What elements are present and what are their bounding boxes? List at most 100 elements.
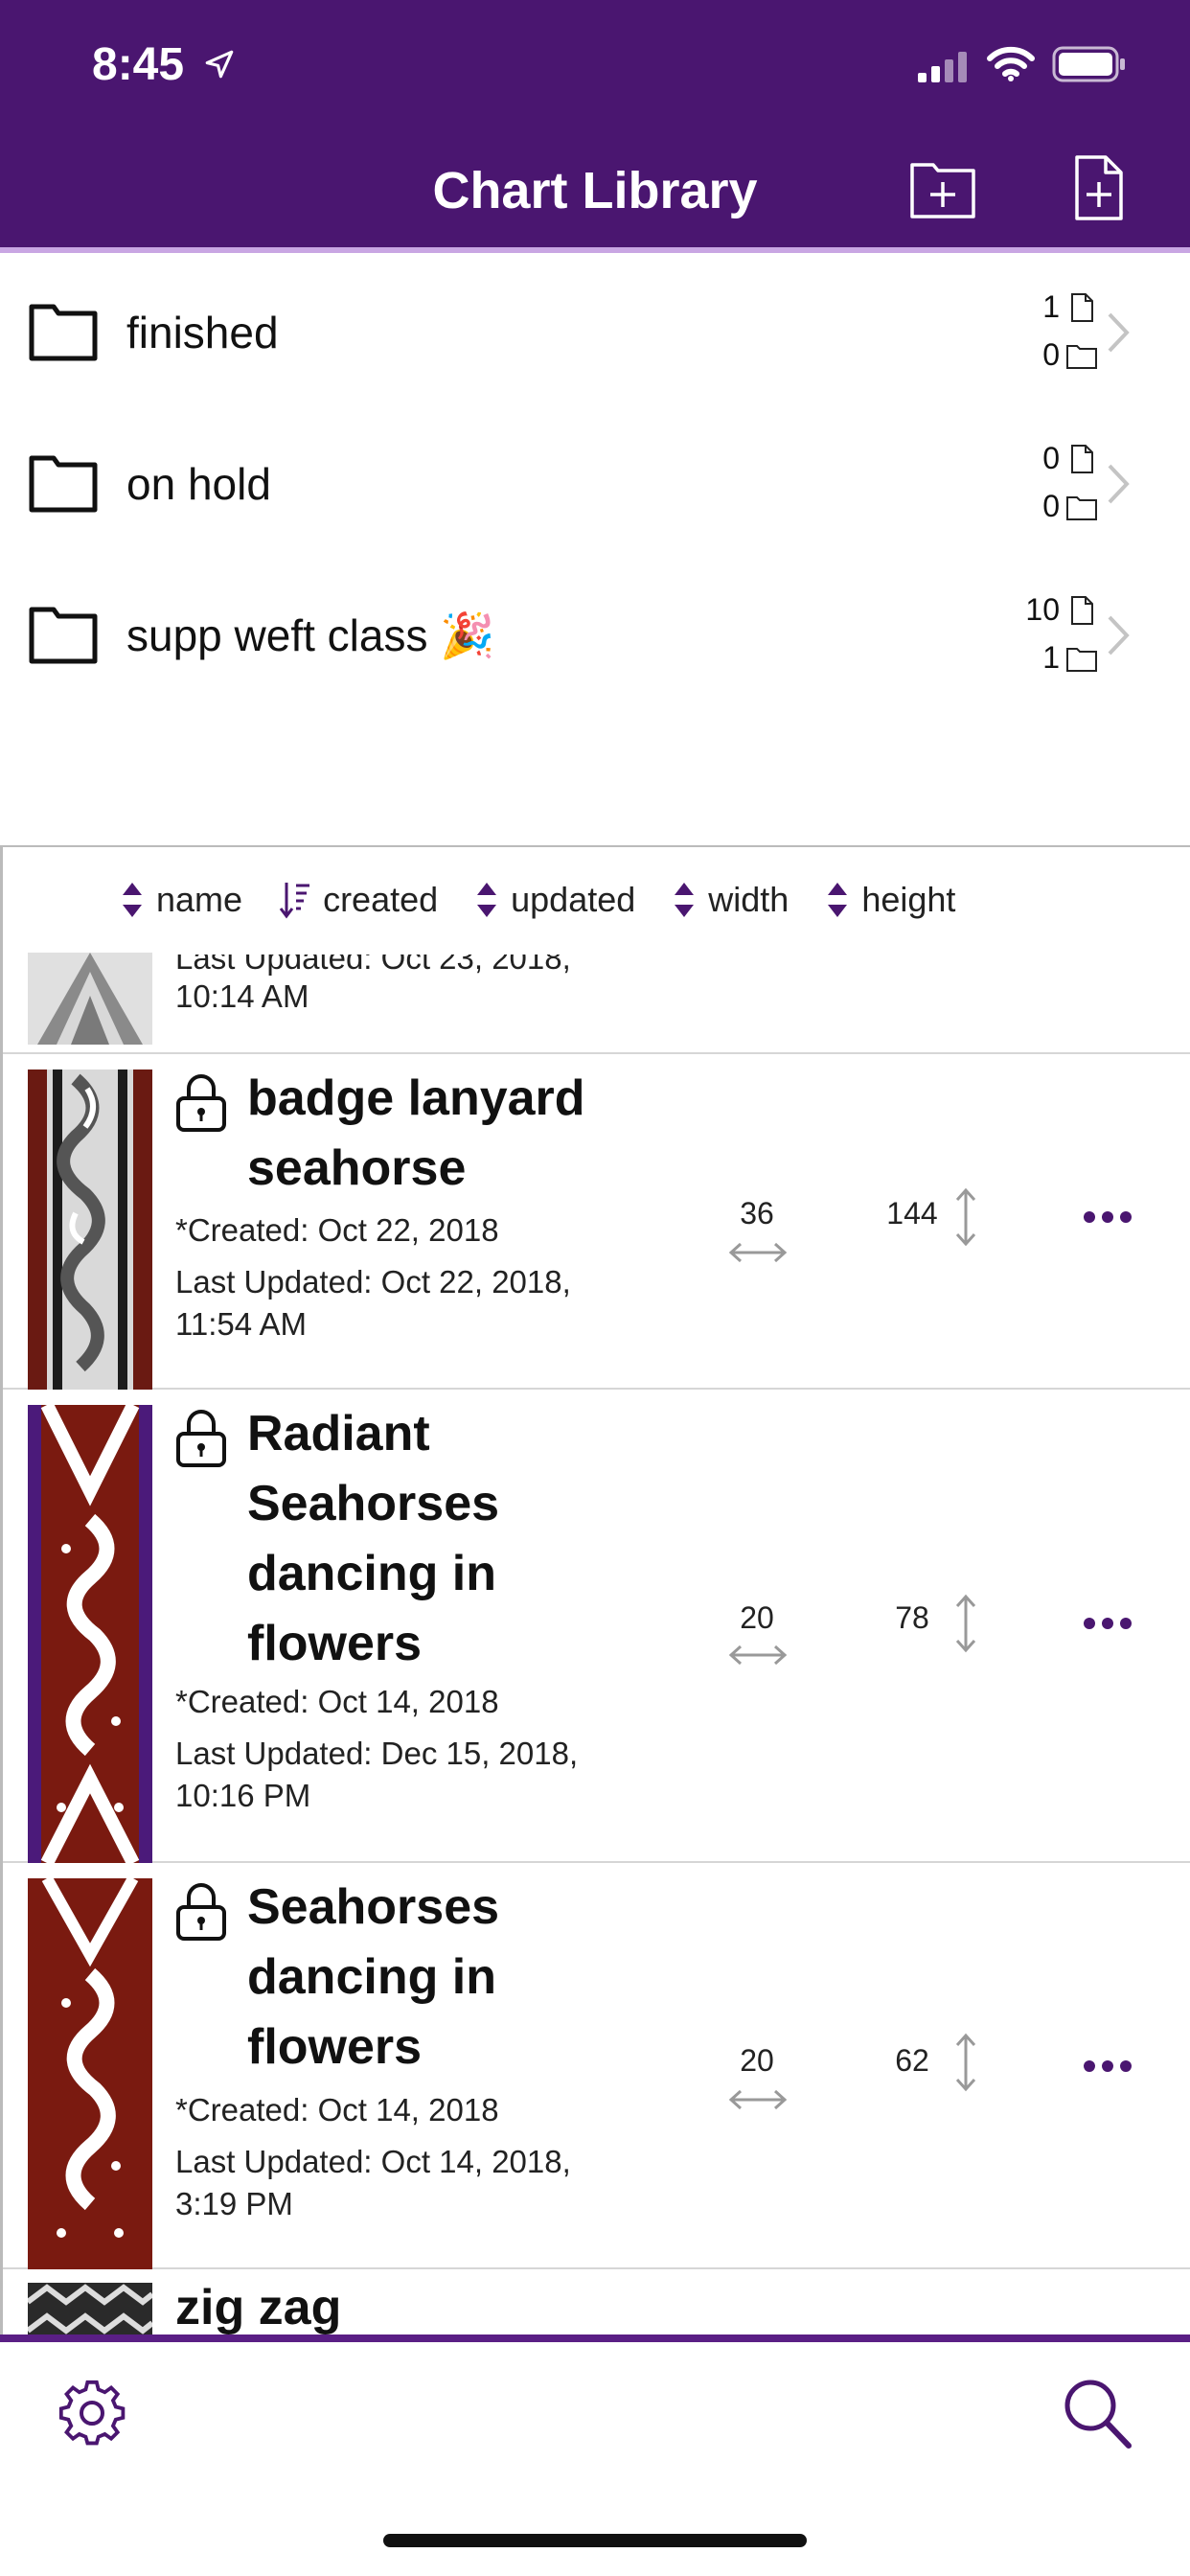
created-text: *Created: Oct 14, 2018 — [175, 2092, 499, 2128]
created-text: *Created: Oct 22, 2018 — [175, 1212, 499, 1248]
chart-thumbnail — [28, 2283, 152, 2338]
chart-name: badge lanyard seahorse — [247, 1070, 585, 1196]
last-updated-text: Last Updated: Dec 15, 2018, 10:16 PM — [175, 1736, 579, 1813]
created-text: *Created: Oct 14, 2018 — [175, 1684, 499, 1719]
height-value: 144 — [886, 1196, 938, 1230]
chart-row[interactable]: Radiant Seahorses dancing in flowers *Cr… — [3, 1390, 1190, 1863]
height-arrow-icon — [955, 1594, 976, 1653]
sort-by-created[interactable]: created — [279, 879, 438, 921]
file-icon — [1071, 595, 1093, 625]
chevron-right-icon — [1108, 464, 1130, 504]
home-indicator — [383, 2534, 807, 2547]
sort-arrows-icon — [675, 883, 695, 917]
folder-count: 0 — [1042, 337, 1098, 373]
lock-icon — [176, 1410, 226, 1467]
folder-count: 0 — [1042, 489, 1098, 524]
height-arrow-icon — [955, 1187, 976, 1247]
sort-label: updated — [511, 880, 636, 919]
folder-name: supp weft class 🎉 — [126, 610, 495, 660]
battery-icon — [1052, 46, 1125, 82]
sort-by-updated[interactable]: updated — [474, 879, 635, 921]
file-count-value: 10 — [1025, 592, 1060, 627]
sort-arrows-icon — [477, 883, 497, 917]
chart-thumbnail — [28, 1878, 152, 2269]
more-options-button[interactable] — [1084, 1211, 1132, 1225]
toolbar-divider — [0, 2334, 1190, 2342]
file-count-value: 0 — [1042, 441, 1060, 475]
page-title: Chart Library — [432, 162, 758, 219]
chart-row[interactable]: zig zag — [3, 2269, 1190, 2338]
last-updated-time: 10:14 AM — [175, 978, 309, 1014]
chart-row[interactable]: badge lanyard seahorse *Created: Oct 22,… — [3, 1054, 1190, 1390]
folder-icon — [1066, 495, 1097, 520]
folder-count-value: 1 — [1042, 640, 1060, 675]
folder-icon — [29, 455, 98, 513]
folder-icon — [29, 304, 98, 361]
width-value: 20 — [740, 2043, 774, 2078]
cellular-signal-icon — [918, 52, 967, 82]
folder-row[interactable]: supp weft class 🎉 10 1 — [0, 564, 1190, 698]
sort-descending-icon — [279, 883, 310, 919]
folder-row[interactable]: on hold 0 0 — [0, 412, 1190, 546]
file-count-value: 1 — [1042, 289, 1060, 324]
chart-row[interactable]: Seahorses dancing in flowers *Created: O… — [3, 1863, 1190, 2269]
last-updated-text: Last Updated: Oct 22, 2018, 11:54 AM — [175, 1264, 571, 1342]
chevron-right-icon — [1108, 312, 1130, 353]
lock-icon — [176, 1883, 226, 1941]
last-updated-text: Last Updated: Oct 23, 2018, 10:14 AM — [175, 937, 597, 1018]
search-icon[interactable] — [1062, 2377, 1133, 2450]
height-value: 78 — [895, 1600, 929, 1635]
sort-label: name — [156, 880, 243, 919]
height-value: 62 — [895, 2043, 929, 2078]
folder-icon — [1066, 647, 1097, 672]
sort-by-width[interactable]: width — [672, 879, 789, 921]
chart-name: zig zag — [175, 2280, 342, 2335]
sort-label: height — [861, 880, 956, 919]
sort-by-height[interactable]: height — [825, 879, 955, 921]
chart-thumbnail — [28, 1070, 152, 1390]
chart-thumbnail — [28, 953, 152, 1045]
chart-name: Radiant Seahorses dancing in flowers — [247, 1406, 500, 1671]
chart-list-panel: name created updated width height Last U… — [0, 845, 1190, 2338]
file-icon — [1071, 444, 1093, 473]
chart-thumbnail — [28, 1405, 152, 1863]
status-time: 8:45 — [92, 39, 185, 90]
file-count: 1 — [1042, 289, 1098, 325]
folder-row[interactable]: finished 1 0 — [0, 261, 1190, 395]
chevron-right-icon — [1108, 615, 1130, 656]
width-arrow-icon — [728, 1644, 788, 1666]
folder-icon — [29, 607, 98, 664]
location-arrow-icon — [205, 50, 234, 79]
wifi-icon — [987, 46, 1035, 81]
folder-name: finished — [126, 308, 279, 357]
height-arrow-icon — [955, 2033, 976, 2092]
more-options-button[interactable] — [1084, 1618, 1132, 1631]
width-value: 36 — [740, 1196, 774, 1230]
sort-arrows-icon — [828, 883, 848, 917]
file-count: 0 — [1042, 441, 1098, 476]
sort-arrows-icon — [123, 883, 142, 917]
chart-row[interactable]: Last Updated: Oct 23, 2018, 10:14 AM — [3, 953, 1190, 1054]
folder-count: 1 — [1042, 640, 1098, 676]
sort-label: created — [323, 880, 439, 919]
gear-icon[interactable] — [57, 2379, 126, 2448]
file-plus-icon[interactable] — [1064, 153, 1133, 222]
folder-icon — [1066, 344, 1097, 369]
file-icon — [1071, 292, 1093, 322]
more-options-button[interactable] — [1084, 2060, 1132, 2074]
width-arrow-icon — [728, 2089, 788, 2110]
lock-icon — [176, 1074, 226, 1132]
sort-by-name[interactable]: name — [120, 879, 242, 921]
file-count: 10 — [1025, 592, 1098, 628]
folder-count-value: 0 — [1042, 337, 1060, 372]
chart-name: Seahorses dancing in flowers — [247, 1879, 500, 2075]
last-updated-text: Last Updated: Oct 14, 2018, 3:19 PM — [175, 2144, 571, 2221]
last-updated-date: Last Updated: Oct 23, 2018, — [175, 940, 571, 976]
folder-name: on hold — [126, 459, 271, 509]
folder-plus-icon[interactable] — [908, 153, 977, 222]
folder-count-value: 0 — [1042, 489, 1060, 523]
width-arrow-icon — [728, 1242, 788, 1263]
header-divider — [0, 247, 1190, 253]
sort-label: width — [708, 880, 790, 919]
width-value: 20 — [740, 1600, 774, 1635]
